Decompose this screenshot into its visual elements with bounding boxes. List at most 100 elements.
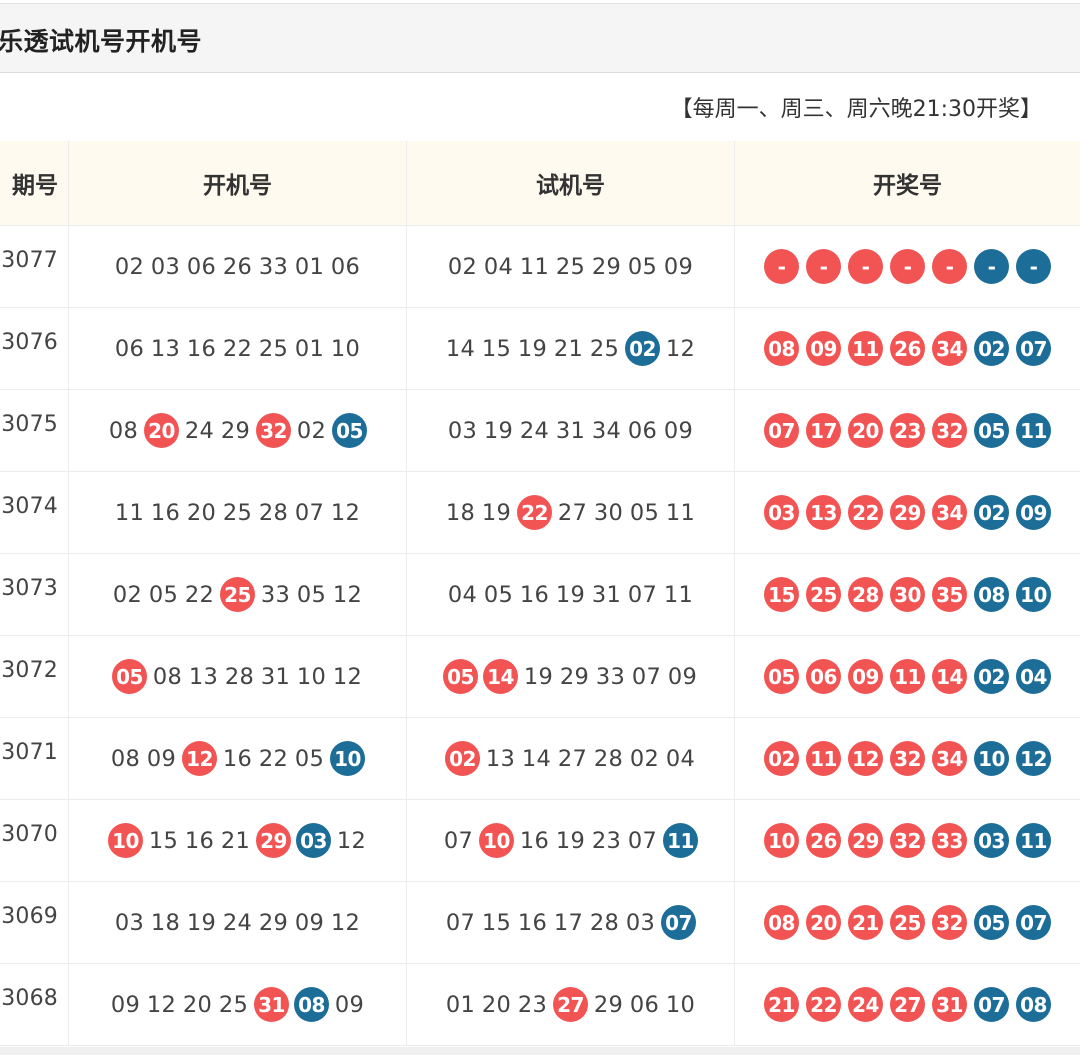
back-ball: 11 — [1016, 823, 1051, 858]
number: 15 — [148, 827, 179, 854]
front-ball: 29 — [848, 823, 883, 858]
number: 20 — [186, 499, 217, 526]
shiji-numbers: 01 20 23 27 29 06 10 — [445, 987, 696, 1022]
number: 08 — [110, 745, 141, 772]
number: 06 — [629, 991, 660, 1018]
number: 09 — [663, 417, 694, 444]
draw-balls: 03 13 22 29 34 02 09 — [764, 495, 1051, 530]
front-ball: 32 — [890, 741, 925, 776]
table-row: 230770203062633010602041125290509------- — [0, 226, 1080, 308]
period-number: 23071 — [0, 740, 58, 765]
number: 27 — [557, 745, 588, 772]
front-ball: 34 — [932, 331, 967, 366]
shiji-numbers: 14 15 19 21 25 02 12 — [445, 331, 696, 366]
number: 05 — [483, 581, 514, 608]
number: 29 — [593, 991, 624, 1018]
period-number: 23076 — [0, 330, 58, 355]
number: 05 — [148, 581, 179, 608]
table-row: 2307108091216220510021314272802040211123… — [0, 718, 1080, 800]
front-ball: - — [848, 249, 883, 284]
table-row: 2306809122025310809012023272906102122242… — [0, 964, 1080, 1046]
back-ball: 09 — [1016, 495, 1051, 530]
highlighted-number-red: 32 — [256, 413, 291, 448]
back-ball: 07 — [974, 987, 1009, 1022]
number: 28 — [593, 745, 624, 772]
back-ball: 08 — [974, 577, 1009, 612]
draw-cell: 02 11 12 32 34 10 12 — [734, 718, 1080, 799]
number: 18 — [445, 499, 476, 526]
shiji-cell: 02 04 11 25 29 05 09 — [406, 226, 734, 307]
number: 03 — [447, 417, 478, 444]
kaiji-numbers: 11 16 20 25 28 07 12 — [114, 500, 361, 526]
front-ball: 32 — [932, 905, 967, 940]
kaiji-cell: 08 09 12 16 22 05 10 — [68, 718, 406, 799]
number: 11 — [519, 253, 550, 280]
shiji-numbers: 07 10 16 19 23 07 11 — [443, 823, 698, 858]
front-ball: 09 — [848, 659, 883, 694]
highlighted-number-red: 22 — [517, 495, 552, 530]
front-ball: 10 — [764, 823, 799, 858]
number: 31 — [591, 581, 622, 608]
shiji-cell: 07 10 16 19 23 07 11 — [406, 800, 734, 881]
highlighted-number-blue: 02 — [625, 331, 660, 366]
kaiji-numbers: 10 15 16 21 29 03 12 — [108, 823, 367, 858]
kaiji-numbers: 08 20 24 29 32 02 05 — [108, 413, 367, 448]
draw-balls: 21 22 24 27 31 07 08 — [764, 987, 1051, 1022]
number: 29 — [220, 417, 251, 444]
period-number: 23075 — [0, 412, 58, 437]
number: 03 — [114, 909, 145, 936]
number: 12 — [146, 991, 177, 1018]
number: 14 — [521, 745, 552, 772]
number: 05 — [627, 253, 658, 280]
number: 31 — [260, 663, 291, 690]
highlighted-number-red: 25 — [220, 577, 255, 612]
highlighted-number-red: 14 — [483, 659, 518, 694]
number: 11 — [663, 581, 694, 608]
number: 12 — [330, 499, 361, 526]
highlighted-number-red: 05 — [443, 659, 478, 694]
number: 33 — [260, 581, 291, 608]
highlighted-number-red: 10 — [108, 823, 143, 858]
number: 33 — [595, 663, 626, 690]
number: 12 — [332, 663, 363, 690]
highlighted-number-blue: 03 — [296, 823, 331, 858]
number: 19 — [517, 335, 548, 362]
number: 31 — [555, 417, 586, 444]
highlighted-number-red: 29 — [256, 823, 291, 858]
draw-balls: 10 26 29 32 33 03 11 — [764, 823, 1051, 858]
number: 11 — [114, 499, 145, 526]
number: 16 — [517, 909, 548, 936]
front-ball: 34 — [932, 741, 967, 776]
number: 09 — [294, 909, 325, 936]
back-ball: 10 — [1016, 577, 1051, 612]
draw-cell: 10 26 29 32 33 03 11 — [734, 800, 1080, 881]
table-header-row: 期号 开机号 试机号 开奖号 — [0, 141, 1080, 226]
number: 12 — [336, 827, 367, 854]
number: 02 — [296, 417, 327, 444]
period-number: 23074 — [0, 494, 58, 519]
draw-cell: 08 09 11 26 34 02 07 — [734, 308, 1080, 389]
number: 24 — [222, 909, 253, 936]
shiji-numbers: 18 19 22 27 30 05 11 — [445, 495, 696, 530]
draw-balls: 07 17 20 23 32 05 11 — [764, 413, 1051, 448]
number: 09 — [146, 745, 177, 772]
kaiji-numbers: 08 09 12 16 22 05 10 — [110, 741, 365, 776]
number: 08 — [108, 417, 139, 444]
highlighted-number-red: 20 — [144, 413, 179, 448]
back-ball: 10 — [974, 741, 1009, 776]
number: 09 — [110, 991, 141, 1018]
kaiji-numbers: 09 12 20 25 31 08 09 — [110, 987, 365, 1022]
back-ball: 11 — [1016, 413, 1051, 448]
number: 29 — [559, 663, 590, 690]
shiji-cell: 14 15 19 21 25 02 12 — [406, 308, 734, 389]
back-ball: 03 — [974, 823, 1009, 858]
kaiji-cell: 06 13 16 22 25 01 10 — [68, 308, 406, 389]
kaiji-numbers: 02 03 06 26 33 01 06 — [114, 254, 361, 280]
front-ball: 25 — [806, 577, 841, 612]
highlighted-number-red: 31 — [254, 987, 289, 1022]
table-row: 2306903181924290912071516172803070820212… — [0, 882, 1080, 964]
number: 24 — [519, 417, 550, 444]
front-ball: 29 — [890, 495, 925, 530]
number: 03 — [150, 253, 181, 280]
shiji-numbers: 07 15 16 17 28 03 07 — [445, 905, 696, 940]
